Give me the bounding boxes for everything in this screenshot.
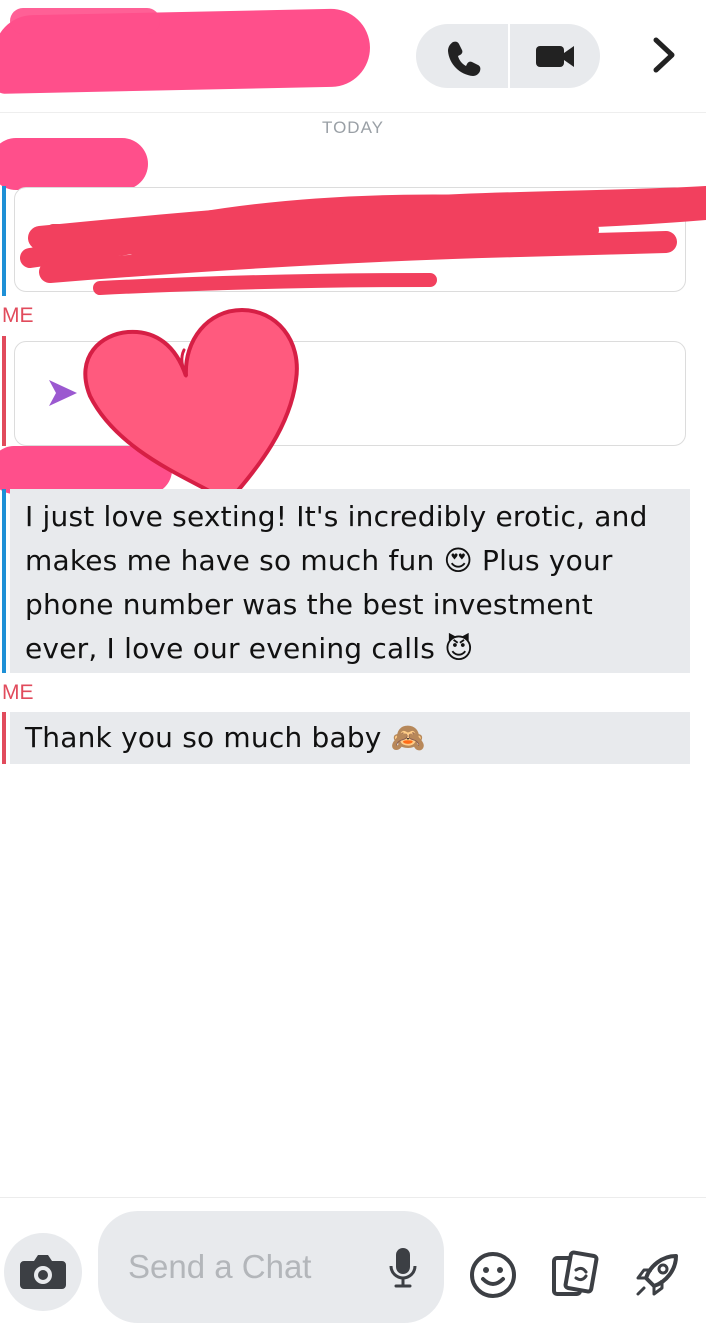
voice-note-button[interactable] (384, 1244, 422, 1292)
me-text-bar (2, 712, 6, 764)
composer-divider (0, 1197, 706, 1198)
message-line: ever, I love our evening calls 😈 (25, 632, 474, 665)
camera-button[interactable] (4, 1233, 82, 1311)
cards-icon (552, 1250, 599, 1296)
heart-sticker (83, 307, 299, 505)
sender-label-me: ME (2, 304, 34, 327)
message-line: phone number was the best investment (25, 588, 593, 621)
friend-text-message: I just love sexting! It's incredibly ero… (10, 489, 690, 673)
voice-call-button[interactable] (416, 24, 508, 88)
message-line: I just love sexting! It's incredibly ero… (25, 500, 648, 533)
games-button[interactable] (630, 1248, 686, 1302)
more-options-button[interactable] (640, 30, 688, 80)
send-arrow-icon (49, 380, 77, 406)
message-line: makes me have so much fun 😍 Plus your (25, 544, 613, 577)
camera-icon (20, 1255, 66, 1289)
message-line: Thank you so much baby 🙈 (25, 721, 426, 754)
smiley-icon (470, 1252, 516, 1298)
chevron-right-icon (653, 37, 675, 73)
me-message-bar (2, 336, 6, 446)
redaction-scribble (20, 186, 706, 295)
video-call-button[interactable] (510, 24, 600, 88)
microphone-icon (389, 1248, 417, 1288)
me-text-message: Thank you so much baby 🙈 (10, 712, 690, 764)
rocket-icon (636, 1254, 678, 1296)
video-camera-icon (536, 46, 574, 67)
phone-icon (448, 41, 481, 76)
day-separator: TODAY (322, 118, 384, 137)
stickers-button[interactable] (546, 1248, 602, 1302)
chat-header (0, 0, 706, 113)
emoji-button[interactable] (466, 1248, 520, 1302)
friend-text-bar (2, 489, 6, 673)
redacted-contact-name-streak (10, 8, 160, 34)
sender-label-me: ME (2, 681, 34, 704)
